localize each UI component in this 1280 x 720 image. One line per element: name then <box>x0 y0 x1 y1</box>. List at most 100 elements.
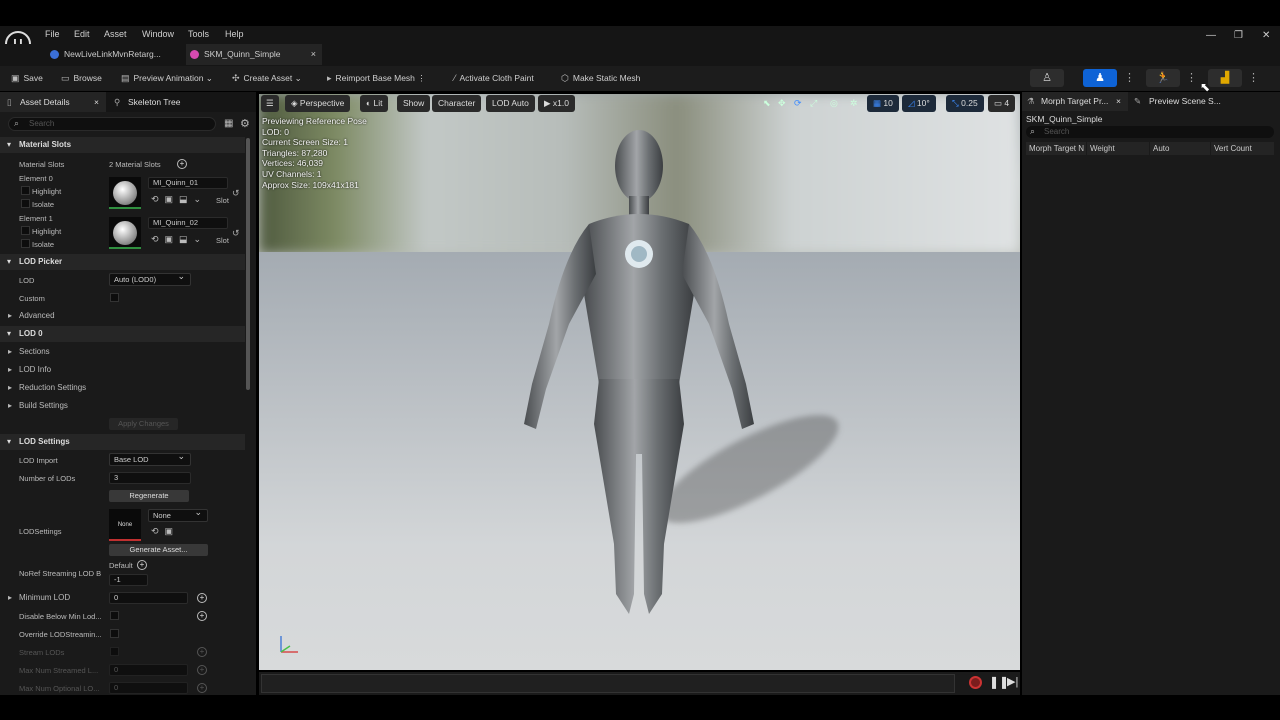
reset-arrow-icon[interactable]: ↺ <box>232 188 240 199</box>
close-tab-icon[interactable]: × <box>311 44 316 65</box>
tab-skm-quinn-simple[interactable]: SKM_Quinn_Simple × <box>186 44 322 65</box>
morph-search-input[interactable]: ⌕ Search <box>1026 126 1274 138</box>
save-button[interactable]: ▣ Save <box>11 72 43 84</box>
section-lod-settings[interactable]: LOD Settings <box>0 434 245 450</box>
grid-snap-button[interactable]: ▦ 10 <box>867 95 899 112</box>
quinn-mannequin-mesh[interactable] <box>484 124 794 624</box>
apply-changes-button[interactable]: Apply Changes <box>109 418 178 430</box>
surface-snap-icon[interactable]: ✲ <box>850 98 858 109</box>
close-icon[interactable]: ✕ <box>1262 30 1270 41</box>
close-tab-icon[interactable]: × <box>1116 92 1121 111</box>
build-settings-expander[interactable]: Build Settings <box>0 398 245 414</box>
tab-livelink-retarget[interactable]: NewLiveLinkMvnRetarg... <box>46 44 182 65</box>
lit-button[interactable]: ◐ Lit <box>360 95 389 112</box>
regenerate-button[interactable]: Regenerate <box>109 490 189 502</box>
playback-speed-button[interactable]: ▶ x1.0 <box>538 95 575 112</box>
add-minimum-lod-icon[interactable]: + <box>197 593 207 603</box>
highlight-checkbox[interactable] <box>21 186 30 195</box>
override-lod-streaming-checkbox[interactable] <box>110 629 119 638</box>
lodsettings-browse-icons[interactable]: ⟲▣ <box>151 526 179 537</box>
reimport-base-mesh-button[interactable]: ▸ Reimport Base Mesh ⋮ <box>327 72 426 84</box>
isolate-checkbox[interactable] <box>21 239 30 248</box>
physics-mode-button[interactable]: ▟ <box>1208 69 1242 87</box>
column-morph-target-name[interactable]: Morph Target N <box>1026 142 1086 155</box>
activate-cloth-paint-button[interactable]: ⁄ Activate Cloth Paint <box>454 72 534 84</box>
select-mode-icon[interactable]: ⬉ <box>763 98 771 109</box>
preview-animation-button[interactable]: ▤ Preview Animation ⌄ <box>121 72 213 84</box>
character-button[interactable]: Character <box>432 95 482 112</box>
menu-file[interactable]: File <box>45 29 60 39</box>
create-asset-button[interactable]: ✣ Create Asset ⌄ <box>232 72 302 84</box>
restore-icon[interactable]: ❐ <box>1234 30 1243 41</box>
reset-arrow-icon[interactable]: ↺ <box>232 228 240 239</box>
advanced-expander[interactable]: Advanced <box>0 308 245 324</box>
tab-preview-scene-settings[interactable]: ✎ Preview Scene S... <box>1134 92 1221 111</box>
table-view-icon[interactable]: ▦ <box>224 118 233 129</box>
stream-lods-checkbox[interactable] <box>110 647 119 656</box>
scale-snap-button[interactable]: ⤡ 0.25 <box>946 95 984 112</box>
preview-viewport[interactable] <box>259 94 1020 670</box>
tab-skeleton-tree[interactable]: ⚲ Skeleton Tree <box>114 92 180 112</box>
material-browse-icons[interactable]: ⟲▣⬓⌄ <box>151 194 207 205</box>
step-forward-icon[interactable]: ▶| <box>1007 675 1018 688</box>
material-thumbnail[interactable] <box>109 177 141 209</box>
menu-window[interactable]: Window <box>142 29 174 39</box>
disable-below-min-lod-checkbox[interactable] <box>110 611 119 620</box>
menu-asset[interactable]: Asset <box>104 29 127 39</box>
settings-gear-icon[interactable]: ⚙ <box>240 117 250 130</box>
section-lod-picker[interactable]: LOD Picker <box>0 254 245 270</box>
menu-tools[interactable]: Tools <box>188 29 209 39</box>
tab-asset-details[interactable]: ▯ Asset Details × <box>0 92 106 112</box>
scale-icon[interactable]: ⤢ <box>810 98 817 109</box>
animation-mode-options-icon[interactable]: ⋮ <box>1186 71 1197 84</box>
close-tab-icon[interactable]: × <box>94 92 99 112</box>
menu-edit[interactable]: Edit <box>74 29 90 39</box>
max-optional-input[interactable]: 0 <box>109 682 188 694</box>
reduction-settings-expander[interactable]: Reduction Settings <box>0 380 245 396</box>
column-weight[interactable]: Weight <box>1087 142 1149 155</box>
sections-expander[interactable]: Sections <box>0 344 245 360</box>
angle-snap-button[interactable]: ◿ 10° <box>902 95 936 112</box>
viewport-menu-button[interactable]: ☰ <box>261 95 279 112</box>
noref-streaming-input[interactable]: -1 <box>109 574 148 586</box>
number-of-lods-input[interactable]: 3 <box>109 472 191 484</box>
local-space-icon[interactable]: ◎ <box>830 98 838 109</box>
add-max-optional-icon[interactable]: + <box>197 683 207 693</box>
lod-dropdown[interactable]: Auto (LOD0) <box>109 271 191 286</box>
menu-help[interactable]: Help <box>225 29 244 39</box>
record-icon[interactable] <box>969 676 982 689</box>
translate-icon[interactable]: ✥ <box>778 98 786 109</box>
material-browse-icons[interactable]: ⟲▣⬓⌄ <box>151 234 207 245</box>
animation-mode-button[interactable]: 🏃 <box>1146 69 1180 87</box>
tab-morph-target-preview[interactable]: ⚗ Morph Target Pr... × <box>1022 92 1128 111</box>
add-disable-below-icon[interactable]: + <box>197 611 207 621</box>
lod-auto-button[interactable]: LOD Auto <box>486 95 535 112</box>
lod-import-dropdown[interactable]: Base LOD <box>109 451 191 466</box>
make-static-mesh-button[interactable]: ⬡ Make Static Mesh <box>561 72 640 84</box>
minimum-lod-input[interactable]: 0 <box>109 592 188 604</box>
material-picker[interactable]: MI_Quinn_01 <box>148 177 228 189</box>
add-max-streamed-icon[interactable]: + <box>197 665 207 675</box>
details-scrollbar[interactable] <box>246 138 250 390</box>
add-material-slot-icon[interactable]: + <box>177 159 187 169</box>
isolate-checkbox[interactable] <box>21 199 30 208</box>
custom-checkbox[interactable] <box>110 293 119 302</box>
highlight-checkbox[interactable] <box>21 226 30 235</box>
column-auto[interactable]: Auto <box>1150 142 1210 155</box>
max-streamed-input[interactable]: 0 <box>109 664 188 676</box>
generate-asset-button[interactable]: Generate Asset... <box>109 544 208 556</box>
column-vert-count[interactable]: Vert Count <box>1211 142 1274 155</box>
camera-speed-button[interactable]: ▭ 4 <box>988 95 1016 112</box>
lod-info-expander[interactable]: LOD Info <box>0 362 245 378</box>
mesh-mode-button[interactable]: ♟ <box>1083 69 1117 87</box>
material-picker[interactable]: MI_Quinn_02 <box>148 217 228 229</box>
lodsettings-dropdown[interactable]: None <box>148 507 208 522</box>
section-material-slots[interactable]: Material Slots <box>0 137 245 153</box>
rotate-icon[interactable]: ⟳ <box>794 98 802 109</box>
details-search-input[interactable]: ⌕ Search <box>8 117 216 131</box>
material-thumbnail[interactable] <box>109 217 141 249</box>
timeline-track[interactable] <box>261 674 955 693</box>
minimize-icon[interactable]: — <box>1206 30 1216 41</box>
section-lod-0[interactable]: LOD 0 <box>0 326 245 342</box>
mesh-mode-options-icon[interactable]: ⋮ <box>1124 71 1135 84</box>
